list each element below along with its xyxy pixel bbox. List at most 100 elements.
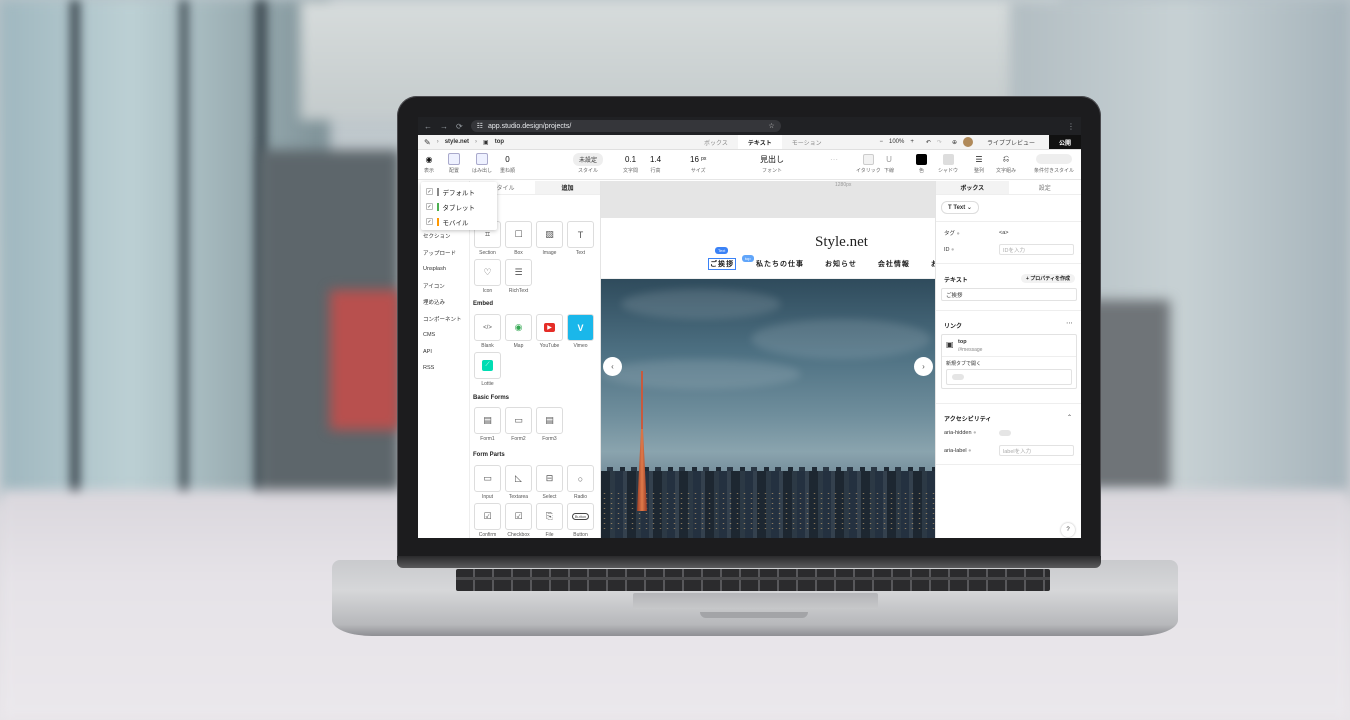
element-confirm[interactable]: ☑ Confirm	[472, 503, 503, 538]
slider-prev-icon[interactable]: ‹	[603, 357, 622, 376]
site-logo[interactable]: Style.net	[815, 234, 868, 251]
rail-item-unsplash[interactable]: Unsplash	[418, 261, 469, 278]
device-option-tablet[interactable]: ✓ タブレット	[421, 199, 497, 214]
breadcrumb-page[interactable]: top	[495, 139, 504, 145]
toolbar-wrap[interactable]: ⎌ 文字組み	[996, 153, 1016, 174]
element-radio[interactable]: ○ Radio	[565, 465, 596, 500]
element-youtube[interactable]: ▶ YouTube	[534, 314, 565, 349]
toolbar-underline[interactable]: U 下線	[884, 153, 894, 175]
nav-item-company[interactable]: 会社情報	[878, 259, 910, 269]
toolbar-stack[interactable]: 0 重ね順	[500, 153, 515, 175]
slider-next-icon[interactable]: ›	[914, 357, 933, 376]
redo-icon[interactable]: ↷	[937, 139, 942, 146]
toolbar-color[interactable]: 色	[916, 153, 927, 174]
element-map[interactable]: ◉ Map	[503, 314, 534, 349]
pen-tool-icon[interactable]: ✎	[424, 138, 431, 147]
reload-icon[interactable]: ⟳	[456, 122, 463, 131]
id-field[interactable]: IDを入力	[999, 244, 1074, 255]
toolbar-shadow[interactable]: シャドウ	[938, 153, 958, 174]
element-select[interactable]: ⊟ Select	[534, 465, 565, 500]
rail-item-rss[interactable]: RSS	[418, 360, 469, 377]
nav-item-work[interactable]: 私たちの仕事	[756, 259, 804, 269]
rail-item-section[interactable]: セクション	[418, 228, 469, 245]
help-icon[interactable]: ●	[973, 430, 976, 436]
aria-label-field[interactable]: labelを入力	[999, 445, 1074, 456]
toolbar-conditional[interactable]: 条件付きスタイル	[1034, 153, 1074, 174]
back-icon[interactable]: ←	[424, 122, 432, 131]
rail-item-component[interactable]: コンポーネント	[418, 311, 469, 328]
tab-box[interactable]: ボックス	[694, 135, 738, 149]
invite-icon[interactable]: ⊕	[952, 139, 957, 146]
avatar[interactable]	[962, 137, 973, 147]
link-more-icon[interactable]: ⋯	[1066, 319, 1073, 327]
chevron-up-icon[interactable]: ⌃	[1067, 414, 1072, 421]
forward-icon[interactable]: →	[440, 122, 448, 131]
link-box[interactable]: ▣ top /#message 新規タブで開く	[941, 334, 1077, 389]
toolbar-font[interactable]: 見出し フォント	[760, 153, 784, 175]
hero-image[interactable]: ‹ ›	[601, 279, 935, 538]
element-checkbox[interactable]: ☑ Checkbox	[503, 503, 534, 538]
toolbar-size[interactable]: 16 px サイズ	[690, 153, 706, 175]
help-icon[interactable]: ●	[957, 231, 960, 237]
device-option-default[interactable]: ✓ デフォルト	[421, 184, 497, 199]
toolbar-style[interactable]: 未設定 スタイル	[573, 152, 604, 174]
toolbar-overflow[interactable]: はみ出し	[472, 153, 492, 174]
tab-text[interactable]: テキスト	[737, 135, 782, 149]
element-button[interactable]: Button Button	[565, 503, 596, 538]
element-textarea[interactable]: ◺ Textarea	[503, 465, 534, 500]
element-file[interactable]: ⎘ File	[534, 503, 565, 538]
toolbar-letter-spacing[interactable]: 0.1 文字間	[623, 153, 638, 175]
element-vimeo[interactable]: V Vimeo	[565, 314, 596, 349]
text-content-field[interactable]: ご挨拶	[941, 288, 1077, 301]
toolbar-layout[interactable]: 配置	[448, 153, 460, 174]
toolbar-line-height[interactable]: 1.4 行高	[650, 153, 661, 175]
element-richtext[interactable]: ☰ RichText	[503, 259, 534, 294]
element-form3[interactable]: ▤ Form3	[534, 407, 565, 442]
live-preview-button[interactable]: ライブプレビュー	[979, 138, 1043, 147]
tab-box-props[interactable]: ボックス	[936, 181, 1009, 194]
element-text[interactable]: T Text	[565, 221, 596, 256]
rail-item-upload[interactable]: アップロード	[418, 245, 469, 262]
tab-motion[interactable]: モーション	[782, 135, 832, 149]
toolbar-display[interactable]: ◉ 表示	[424, 153, 434, 175]
help-icon[interactable]: ●	[968, 448, 971, 454]
rail-item-cms[interactable]: CMS	[418, 327, 469, 344]
address-bar[interactable]: ☷ app.studio.design/projects/ ☆	[470, 120, 781, 132]
browser-menu-icon[interactable]: ⋮	[1067, 122, 1075, 131]
element-icon[interactable]: ♡ Icon	[472, 259, 503, 294]
create-property-button[interactable]: + プロパティを作成	[1020, 274, 1075, 283]
tab-add[interactable]: 追加	[535, 181, 600, 194]
nav-item-greeting[interactable]: ご挨拶	[708, 258, 736, 270]
publish-button[interactable]: 公開	[1048, 135, 1081, 149]
site-header[interactable]: Style.net Text top ご挨拶 私たちの仕事 お知らせ 会社情報 …	[601, 218, 938, 278]
zoom-level[interactable]: 100%	[889, 139, 904, 145]
help-icon[interactable]: ●	[951, 247, 954, 253]
device-option-mobile[interactable]: ✓ モバイル	[421, 214, 497, 229]
zoom-out-icon[interactable]: −	[879, 139, 883, 145]
element-form2[interactable]: ▭ Form2	[503, 407, 534, 442]
aria-hidden-toggle[interactable]	[999, 430, 1011, 436]
help-question-icon[interactable]: ?	[1061, 523, 1075, 537]
rail-item-api[interactable]: API	[418, 344, 469, 361]
element-form1[interactable]: ▤ Form1	[472, 407, 503, 442]
element-blank[interactable]: </> Blank	[472, 314, 503, 349]
rail-item-embed[interactable]: 埋め込み	[418, 294, 469, 311]
element-image[interactable]: ▨ Image	[534, 221, 565, 256]
element-lottie[interactable]: ⟋ Lottie	[472, 352, 503, 387]
undo-icon[interactable]: ↶	[926, 139, 931, 146]
toolbar-strike[interactable]: ⋯	[830, 153, 838, 165]
style-unset-button[interactable]: 未設定	[573, 152, 604, 166]
bookmark-star-icon[interactable]: ☆	[768, 122, 774, 130]
toolbar-italic[interactable]: イタリック	[856, 153, 881, 174]
nav-item-news[interactable]: お知らせ	[825, 259, 857, 269]
element-type-chip[interactable]: T Text ⌄	[941, 201, 979, 214]
element-box[interactable]: ☐ Box	[503, 221, 534, 256]
design-canvas[interactable]: 1280px Style.net Text top ご挨拶 私たちの仕事 お知ら…	[601, 181, 938, 538]
zoom-in-icon[interactable]: +	[910, 139, 914, 145]
site-info-icon[interactable]: ☷	[477, 122, 483, 130]
tab-settings[interactable]: 設定	[1009, 181, 1082, 194]
breadcrumb-site[interactable]: style.net	[445, 139, 469, 145]
new-tab-toggle[interactable]	[952, 374, 964, 380]
toolbar-align[interactable]: ☰ 整列	[974, 153, 984, 175]
element-input[interactable]: ▭ Input	[472, 465, 503, 500]
